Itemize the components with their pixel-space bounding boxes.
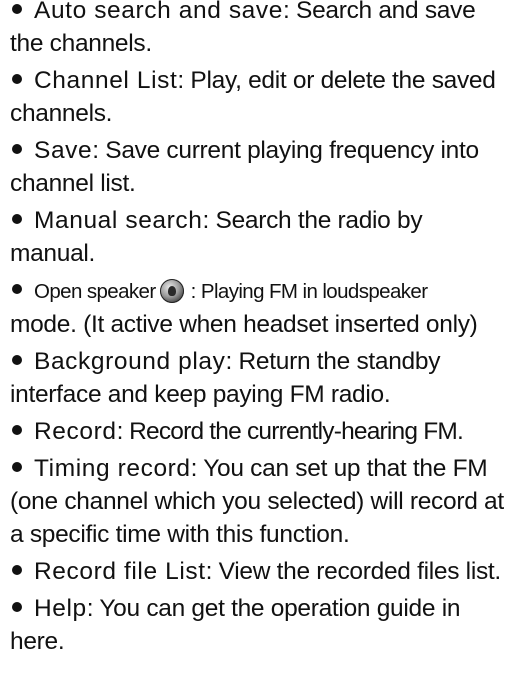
list-item-record: Record: Record the currently-hearing FM. xyxy=(10,415,511,448)
item-description-continued: mode. (It active when headset inserted o… xyxy=(10,311,478,338)
bullet-icon xyxy=(12,565,22,575)
bullet-icon xyxy=(12,214,22,224)
bullet-icon xyxy=(12,284,22,294)
item-term: Manual search xyxy=(34,207,203,234)
list-item-background-play: Background play: Return the standby inte… xyxy=(10,345,511,411)
item-term: Help xyxy=(34,595,87,622)
bullet-icon xyxy=(12,462,22,472)
item-term: Background play xyxy=(34,348,226,375)
item-term: Open speaker xyxy=(34,280,156,303)
list-item-save: Save: Save current playing frequency int… xyxy=(10,134,511,200)
item-term: Timing record xyxy=(34,455,191,482)
bullet-icon xyxy=(12,74,22,84)
item-term: Auto search and save xyxy=(34,0,283,24)
feature-list: Auto search and save: Search and save th… xyxy=(0,0,515,662)
item-term: Save xyxy=(34,137,93,164)
speaker-icon xyxy=(159,279,184,303)
item-term: Channel List xyxy=(34,67,178,94)
bullet-icon xyxy=(12,355,22,365)
list-item-auto-search: Auto search and save: Search and save th… xyxy=(10,0,511,60)
item-term: Record file List xyxy=(34,558,206,585)
list-item-open-speaker: Open speaker : Playing FM in loudspeaker… xyxy=(10,274,511,341)
list-item-manual-search: Manual search: Search the radio by manua… xyxy=(10,204,511,270)
bullet-icon xyxy=(12,144,22,154)
list-item-record-file-list: Record file List: View the recorded file… xyxy=(10,555,511,588)
bullet-icon xyxy=(12,602,22,612)
bullet-icon xyxy=(12,425,22,435)
list-item-help: Help: You can get the operation guide in… xyxy=(10,592,511,658)
item-description: View the recorded files list. xyxy=(212,558,502,585)
bullet-icon xyxy=(12,4,22,14)
list-item-timing-record: Timing record: You can set up that the F… xyxy=(10,452,511,551)
item-description: : Playing FM in loudspeaker xyxy=(185,280,428,303)
item-term: Record xyxy=(34,418,117,445)
list-item-channel-list: Channel List: Play, edit or delete the s… xyxy=(10,64,511,130)
item-description: Record the currently-hearing FM. xyxy=(123,418,464,445)
